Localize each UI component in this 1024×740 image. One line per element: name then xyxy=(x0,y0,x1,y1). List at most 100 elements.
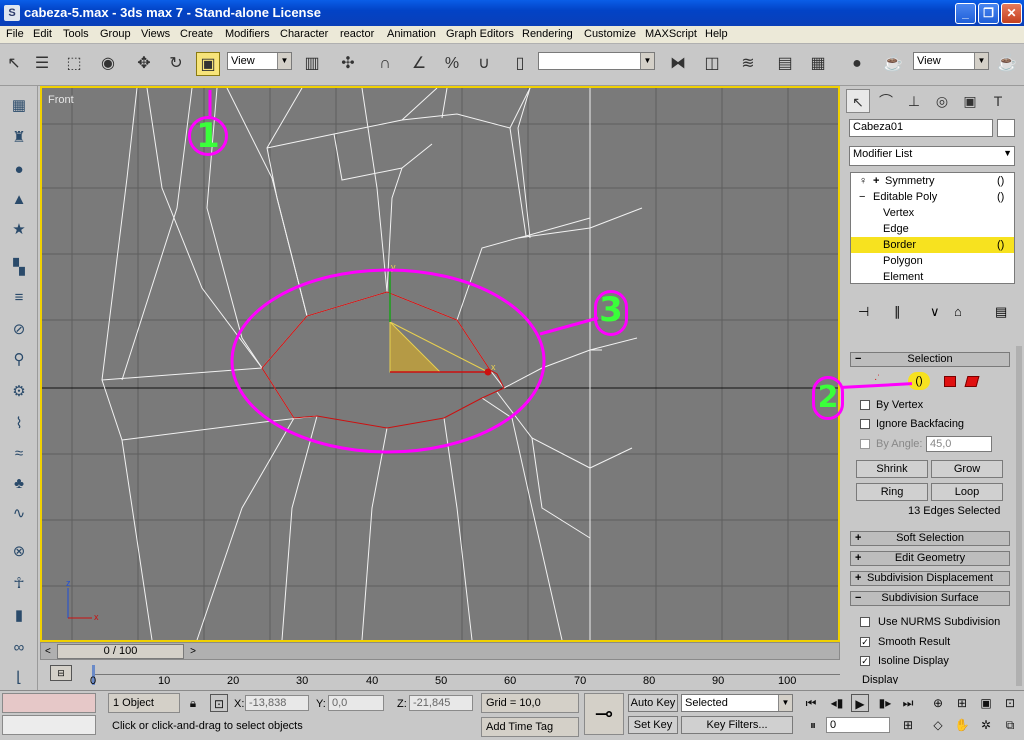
by-angle-checkbox[interactable] xyxy=(860,439,870,449)
lock-icon[interactable]: 🔒︎ xyxy=(184,694,202,712)
configure-sets-icon[interactable]: ▤ xyxy=(995,304,1007,320)
figure-icon[interactable]: ♣ xyxy=(7,472,31,496)
select-by-name-icon[interactable]: ☰ xyxy=(30,52,54,76)
stack-item-element[interactable]: Element xyxy=(851,269,1014,285)
spinner-snap-icon[interactable]: ∪ xyxy=(472,52,496,76)
render-view-select[interactable]: View ▼ xyxy=(913,52,989,70)
arc-rotate-icon[interactable]: ✲ xyxy=(977,716,995,734)
close-button[interactable]: ✕ xyxy=(1001,3,1022,24)
fish-icon[interactable]: ≈ xyxy=(7,442,31,466)
stack-item-symmetry[interactable]: ♀ + Symmetry () xyxy=(851,173,1014,189)
collapse-icon[interactable]: − xyxy=(859,189,865,205)
object-icon[interactable]: ♜ xyxy=(7,126,31,150)
viewport-canvas[interactable]: y x z x xyxy=(42,88,838,640)
zoom-icon[interactable]: ⊕ xyxy=(929,694,947,712)
object-color-swatch[interactable] xyxy=(997,119,1015,137)
hierarchy-tab-icon[interactable]: ⊥ xyxy=(902,89,926,113)
biped-icon[interactable]: ☥ xyxy=(7,572,31,596)
make-unique-icon[interactable]: ∨ xyxy=(930,304,940,320)
key-mode-toggle-icon[interactable]: ⏸ xyxy=(804,716,822,734)
maxscript-listener-mini[interactable] xyxy=(2,693,96,713)
rotate-icon[interactable]: ↻ xyxy=(164,52,188,76)
restore-button[interactable]: ❐ xyxy=(978,3,999,24)
angle-snap-icon[interactable]: ∠ xyxy=(407,52,431,76)
z-coord-field[interactable]: -21,845 xyxy=(409,695,473,711)
y-coord-field[interactable]: 0,0 xyxy=(328,695,384,711)
motion-tab-icon[interactable]: ◎ xyxy=(930,89,954,113)
chain-icon[interactable]: ∞ xyxy=(7,636,31,660)
previous-frame-icon[interactable]: ◂▮ xyxy=(828,694,846,712)
menu-group[interactable]: Group xyxy=(100,28,131,40)
time-slider[interactable]: < 0 / 100 > xyxy=(40,642,840,660)
reference-coord-select[interactable]: View ▼ xyxy=(227,52,292,70)
menu-edit[interactable]: Edit xyxy=(33,28,52,40)
maximize-viewport-icon[interactable]: ⧉ xyxy=(1001,716,1019,734)
pivot-icon[interactable]: ▥ xyxy=(300,52,324,76)
ring-button[interactable]: Ring xyxy=(856,483,928,501)
menu-file[interactable]: File xyxy=(6,28,24,40)
material-editor-icon[interactable]: ● xyxy=(845,52,869,76)
set-key-button[interactable]: Set Key xyxy=(628,716,678,734)
zoom-extents-icon[interactable]: ▣ xyxy=(977,694,995,712)
scale-icon[interactable]: ▣ xyxy=(196,52,220,76)
stack-icon[interactable]: ≡ xyxy=(7,286,31,310)
modifier-list-dropdown[interactable]: Modifier List ▼ xyxy=(849,146,1015,166)
key-mode-select[interactable]: Selected ▼ xyxy=(681,694,793,712)
add-time-tag-button[interactable]: Add Time Tag xyxy=(481,717,579,737)
quick-render-icon[interactable]: ☕ xyxy=(995,52,1019,76)
show-end-result-icon[interactable]: ∥ xyxy=(894,304,901,320)
by-vertex-checkbox[interactable] xyxy=(860,400,870,410)
menu-character[interactable]: Character xyxy=(280,28,328,40)
next-frame-arrow[interactable]: > xyxy=(190,645,196,658)
menu-create[interactable]: Create xyxy=(180,28,213,40)
layer-icon[interactable]: ≋ xyxy=(736,52,760,76)
minimize-button[interactable]: _ xyxy=(955,3,976,24)
menu-modifiers[interactable]: Modifiers xyxy=(225,28,270,40)
menu-reactor[interactable]: reactor xyxy=(340,28,374,40)
named-selection-select[interactable]: ▼ xyxy=(538,52,655,70)
isoline-display-checkbox[interactable]: ✓ xyxy=(860,656,870,666)
grow-button[interactable]: Grow xyxy=(931,460,1003,478)
link-icon[interactable]: ⊗ xyxy=(7,540,31,564)
percent-snap-icon[interactable]: % xyxy=(440,52,464,76)
stack-item-vertex[interactable]: Vertex xyxy=(851,205,1014,221)
object-name-field[interactable]: Cabeza01 xyxy=(849,119,993,137)
element-mode-icon[interactable] xyxy=(964,376,980,387)
pan-icon[interactable]: ✋ xyxy=(953,716,971,734)
lightbulb-icon[interactable]: ♀ xyxy=(859,173,867,189)
render-scene-icon[interactable]: ☕ xyxy=(881,52,905,76)
menu-rendering[interactable]: Rendering xyxy=(522,28,573,40)
cone-icon[interactable]: ▲ xyxy=(7,188,31,212)
move-icon[interactable]: ✥ xyxy=(132,52,156,76)
current-frame-field[interactable]: 0 xyxy=(826,717,890,733)
mirror-icon[interactable]: ⧓ xyxy=(666,52,690,76)
menu-views[interactable]: Views xyxy=(141,28,170,40)
key-filters-button[interactable]: Key Filters... xyxy=(681,716,793,734)
gear-icon[interactable]: ⚙ xyxy=(7,380,31,404)
field-of-view-icon[interactable]: ◇ xyxy=(929,716,947,734)
front-viewport[interactable]: y x z x Front 1 3 xyxy=(40,86,840,642)
align-icon[interactable]: ◫ xyxy=(700,52,724,76)
angle-spinner[interactable]: 45,0 xyxy=(926,436,992,452)
zoom-extents-all-icon[interactable]: ⊡ xyxy=(1001,694,1019,712)
sphere-icon[interactable]: ● xyxy=(7,158,31,182)
next-frame-icon[interactable]: ▮▸ xyxy=(876,694,894,712)
track-bar[interactable]: ⊟ 0 10 20 30 40 50 60 70 80 90 100 xyxy=(40,661,840,689)
stack-item-editable-poly[interactable]: − Editable Poly () xyxy=(851,189,1014,205)
utilities-tab-icon[interactable]: T xyxy=(986,89,1010,113)
set-key-icon[interactable]: ⊸ xyxy=(584,693,624,735)
schematic-icon[interactable]: ▦ xyxy=(806,52,830,76)
prev-frame-arrow[interactable]: < xyxy=(45,645,51,658)
curve-editor-icon[interactable]: ▤ xyxy=(773,52,797,76)
maxscript-output-mini[interactable] xyxy=(2,715,96,735)
time-slider-thumb[interactable]: < 0 / 100 > xyxy=(45,644,196,659)
select-arrow-icon[interactable]: ↖ xyxy=(2,52,26,76)
time-config-icon[interactable]: ⊞ xyxy=(899,716,917,734)
go-to-start-icon[interactable]: ⏮ xyxy=(802,694,820,712)
play-icon[interactable]: ▶ xyxy=(851,694,869,712)
subdivision-displacement-rollout-header[interactable]: + Subdivision Displacement xyxy=(850,571,1010,586)
smooth-result-checkbox[interactable]: ✓ xyxy=(860,637,870,647)
editable-poly-icon[interactable]: ▦ xyxy=(7,94,31,118)
stack-item-border[interactable]: Border () xyxy=(851,237,1014,253)
viewport-label[interactable]: Front xyxy=(48,94,74,106)
